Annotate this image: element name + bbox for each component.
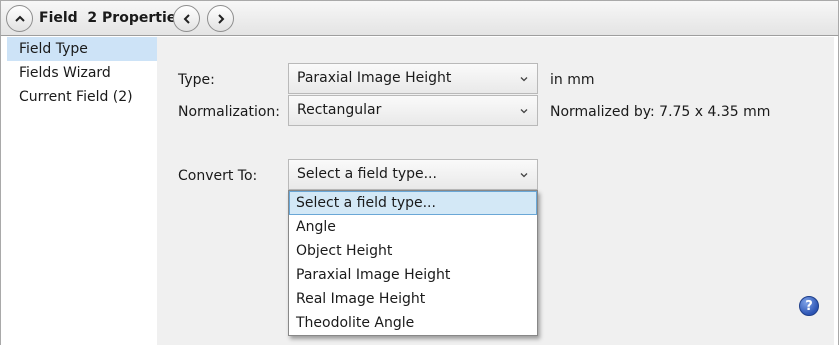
sidebar-item-field-type[interactable]: Field Type — [7, 37, 157, 61]
convert-to-label: Convert To: — [178, 168, 258, 184]
option-paraxial-image-height[interactable]: Paraxial Image Height — [289, 263, 537, 287]
sidebar-item-fields-wizard[interactable]: Fields Wizard — [7, 61, 157, 85]
properties-header: Field 2 Properties — [0, 0, 839, 36]
option-theodolite-angle[interactable]: Theodolite Angle — [289, 311, 537, 335]
header-title: Field 2 Properties — [39, 10, 185, 26]
convert-to-select-value: Select a field type... — [297, 166, 437, 182]
chevron-up-icon — [14, 15, 25, 22]
category-sidebar: Field Type Fields Wizard Current Field (… — [7, 37, 157, 345]
option-angle[interactable]: Angle — [289, 215, 537, 239]
chevron-right-icon — [217, 13, 224, 24]
option-real-image-height[interactable]: Real Image Height — [289, 287, 537, 311]
type-label: Type: — [178, 72, 215, 88]
option-select-field-type[interactable]: Select a field type... — [289, 191, 537, 215]
chevron-down-icon — [520, 109, 528, 114]
normalization-note: Normalized by: 7.75 x 4.35 mm — [550, 104, 771, 120]
next-field-button[interactable] — [207, 5, 234, 32]
option-object-height[interactable]: Object Height — [289, 239, 537, 263]
normalization-label: Normalization: — [178, 104, 281, 120]
help-icon[interactable]: ? — [799, 296, 819, 316]
collapse-button[interactable] — [6, 5, 33, 32]
sidebar-item-current-field[interactable]: Current Field (2) — [7, 85, 157, 109]
type-select-value: Paraxial Image Height — [297, 70, 452, 86]
chevron-down-icon — [520, 77, 528, 82]
type-select[interactable]: Paraxial Image Height — [288, 63, 538, 94]
chevron-down-icon — [520, 173, 528, 178]
normalization-select-value: Rectangular — [297, 102, 382, 118]
type-unit: in mm — [550, 72, 595, 88]
normalization-select[interactable]: Rectangular — [288, 95, 538, 126]
previous-field-button[interactable] — [173, 5, 200, 32]
convert-to-dropdown-list: Select a field type... Angle Object Heig… — [288, 190, 538, 336]
chevron-left-icon — [183, 13, 190, 24]
convert-to-select[interactable]: Select a field type... — [288, 159, 538, 190]
